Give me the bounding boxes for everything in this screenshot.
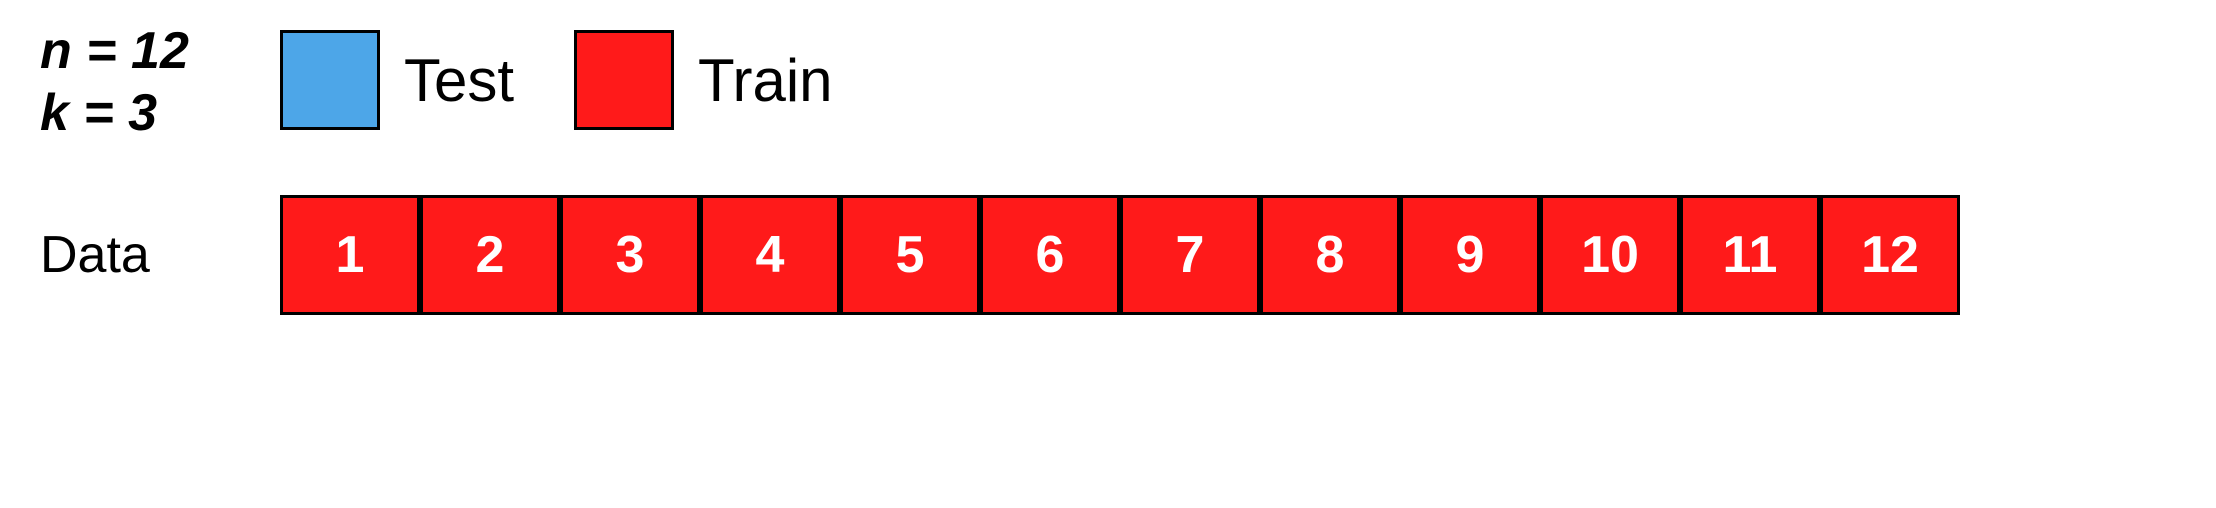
data-cells: 123456789101112 [280,195,1960,315]
data-cell-4: 4 [700,195,840,315]
data-cell-9: 9 [1400,195,1540,315]
train-label: Train [698,46,832,115]
data-cell-12: 12 [1820,195,1960,315]
data-label: Data [40,225,200,285]
data-cell-6: 6 [980,195,1120,315]
top-section: n = 12 k = 3 Test Train [40,20,2176,145]
cell-number-1: 1 [336,225,365,285]
cell-number-12: 12 [1861,225,1919,285]
cell-number-7: 7 [1176,225,1205,285]
cell-number-9: 9 [1456,225,1485,285]
data-cell-3: 3 [560,195,700,315]
cell-number-10: 10 [1581,225,1639,285]
stats-panel: n = 12 k = 3 [40,20,200,145]
cell-number-8: 8 [1316,225,1345,285]
cell-number-4: 4 [756,225,785,285]
data-cell-1: 1 [280,195,420,315]
train-color-box [574,30,674,130]
legend: Test Train [280,20,833,130]
legend-item-test: Test [280,30,514,130]
test-color-box [280,30,380,130]
n-value: n = 12 [40,20,200,82]
data-cell-5: 5 [840,195,980,315]
cell-number-2: 2 [476,225,505,285]
legend-item-train: Train [574,30,832,130]
data-cell-11: 11 [1680,195,1820,315]
data-cell-2: 2 [420,195,560,315]
data-cell-7: 7 [1120,195,1260,315]
main-container: n = 12 k = 3 Test Train Data 12345678910… [0,0,2216,508]
cell-number-3: 3 [616,225,645,285]
cell-number-6: 6 [1036,225,1065,285]
cell-number-11: 11 [1723,225,1778,285]
cell-number-5: 5 [896,225,925,285]
k-value: k = 3 [40,82,200,144]
data-cell-8: 8 [1260,195,1400,315]
test-label: Test [404,46,514,115]
data-cell-10: 10 [1540,195,1680,315]
bottom-section: Data 123456789101112 [40,195,2176,315]
